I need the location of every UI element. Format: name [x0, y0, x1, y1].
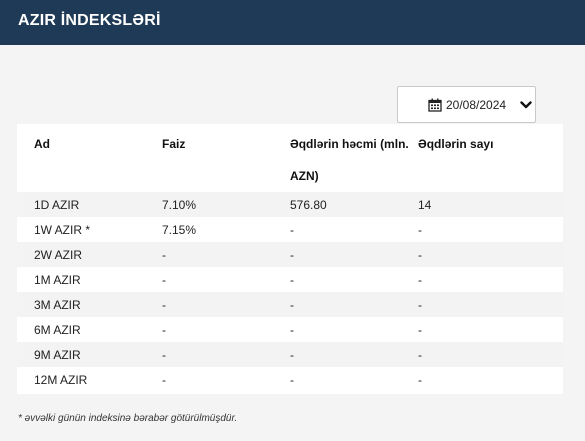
- table-cell: -: [290, 373, 294, 387]
- table-row: 1D AZIR 7.10% 576.80 14: [17, 192, 563, 217]
- table-cell: -: [162, 298, 166, 312]
- table-cell: -: [162, 323, 166, 337]
- table-cell: -: [290, 273, 294, 287]
- table-row: 6M AZIR - - -: [17, 317, 563, 342]
- table-cell: 9M AZIR: [34, 348, 81, 362]
- page-title: AZIR İNDEKSLƏRİ: [18, 12, 161, 29]
- column-header-ad: Ad: [34, 137, 50, 151]
- table-row: 12M AZIR - - -: [17, 367, 563, 392]
- table-cell: -: [162, 273, 166, 287]
- table-cell: -: [418, 323, 422, 337]
- table-row: 9M AZIR - - -: [17, 342, 563, 367]
- table-cell: -: [290, 348, 294, 362]
- table-cell: 7.10%: [162, 198, 197, 212]
- table-cell: -: [290, 223, 294, 237]
- table-cell: -: [418, 273, 422, 287]
- table-cell: -: [290, 323, 294, 337]
- table-cell: 576.80: [290, 198, 327, 212]
- table-cell: -: [418, 348, 422, 362]
- table-cell: -: [418, 223, 422, 237]
- table-cell: 7.15%: [162, 223, 197, 237]
- calendar-icon: [428, 98, 442, 112]
- table-cell: 3M AZIR: [34, 298, 81, 312]
- azir-table: Ad Faiz Əqdlərin həcmi (mln. AZN) Əqdlər…: [17, 124, 563, 394]
- table-cell: 1M AZIR: [34, 273, 81, 287]
- table-row: 1M AZIR - - -: [17, 267, 563, 292]
- table-cell: 2W AZIR: [34, 248, 83, 262]
- table-cell: 1D AZIR: [34, 198, 80, 212]
- footnote: * əvvəlki günün indeksinə bərabər götürü…: [18, 413, 238, 424]
- table-cell: -: [290, 248, 294, 262]
- table-cell: -: [290, 298, 294, 312]
- table-cell: -: [162, 348, 166, 362]
- table-cell: 1W AZIR *: [34, 223, 91, 237]
- table-row: 1W AZIR * 7.15% - -: [17, 217, 563, 242]
- date-picker[interactable]: 20/08/2024: [397, 86, 536, 123]
- table-cell: -: [418, 248, 422, 262]
- table-cell: 12M AZIR: [34, 373, 88, 387]
- table-cell: -: [418, 373, 422, 387]
- page-header: AZIR İNDEKSLƏRİ: [0, 0, 585, 45]
- table-row: 2W AZIR - - -: [17, 242, 563, 267]
- column-header-volume: Əqdlərin həcmi (mln. AZN): [290, 137, 409, 183]
- column-header-count: Əqdlərin sayı: [418, 137, 494, 151]
- column-header-faiz: Faiz: [162, 137, 186, 151]
- table-cell: 6M AZIR: [34, 323, 81, 337]
- table-row: 3M AZIR - - -: [17, 292, 563, 317]
- date-value: 20/08/2024: [446, 98, 507, 112]
- table-cell: -: [162, 373, 166, 387]
- table-cell: -: [418, 298, 422, 312]
- chevron-down-icon: [520, 101, 532, 109]
- table-cell: -: [162, 248, 166, 262]
- table-cell: 14: [418, 198, 432, 212]
